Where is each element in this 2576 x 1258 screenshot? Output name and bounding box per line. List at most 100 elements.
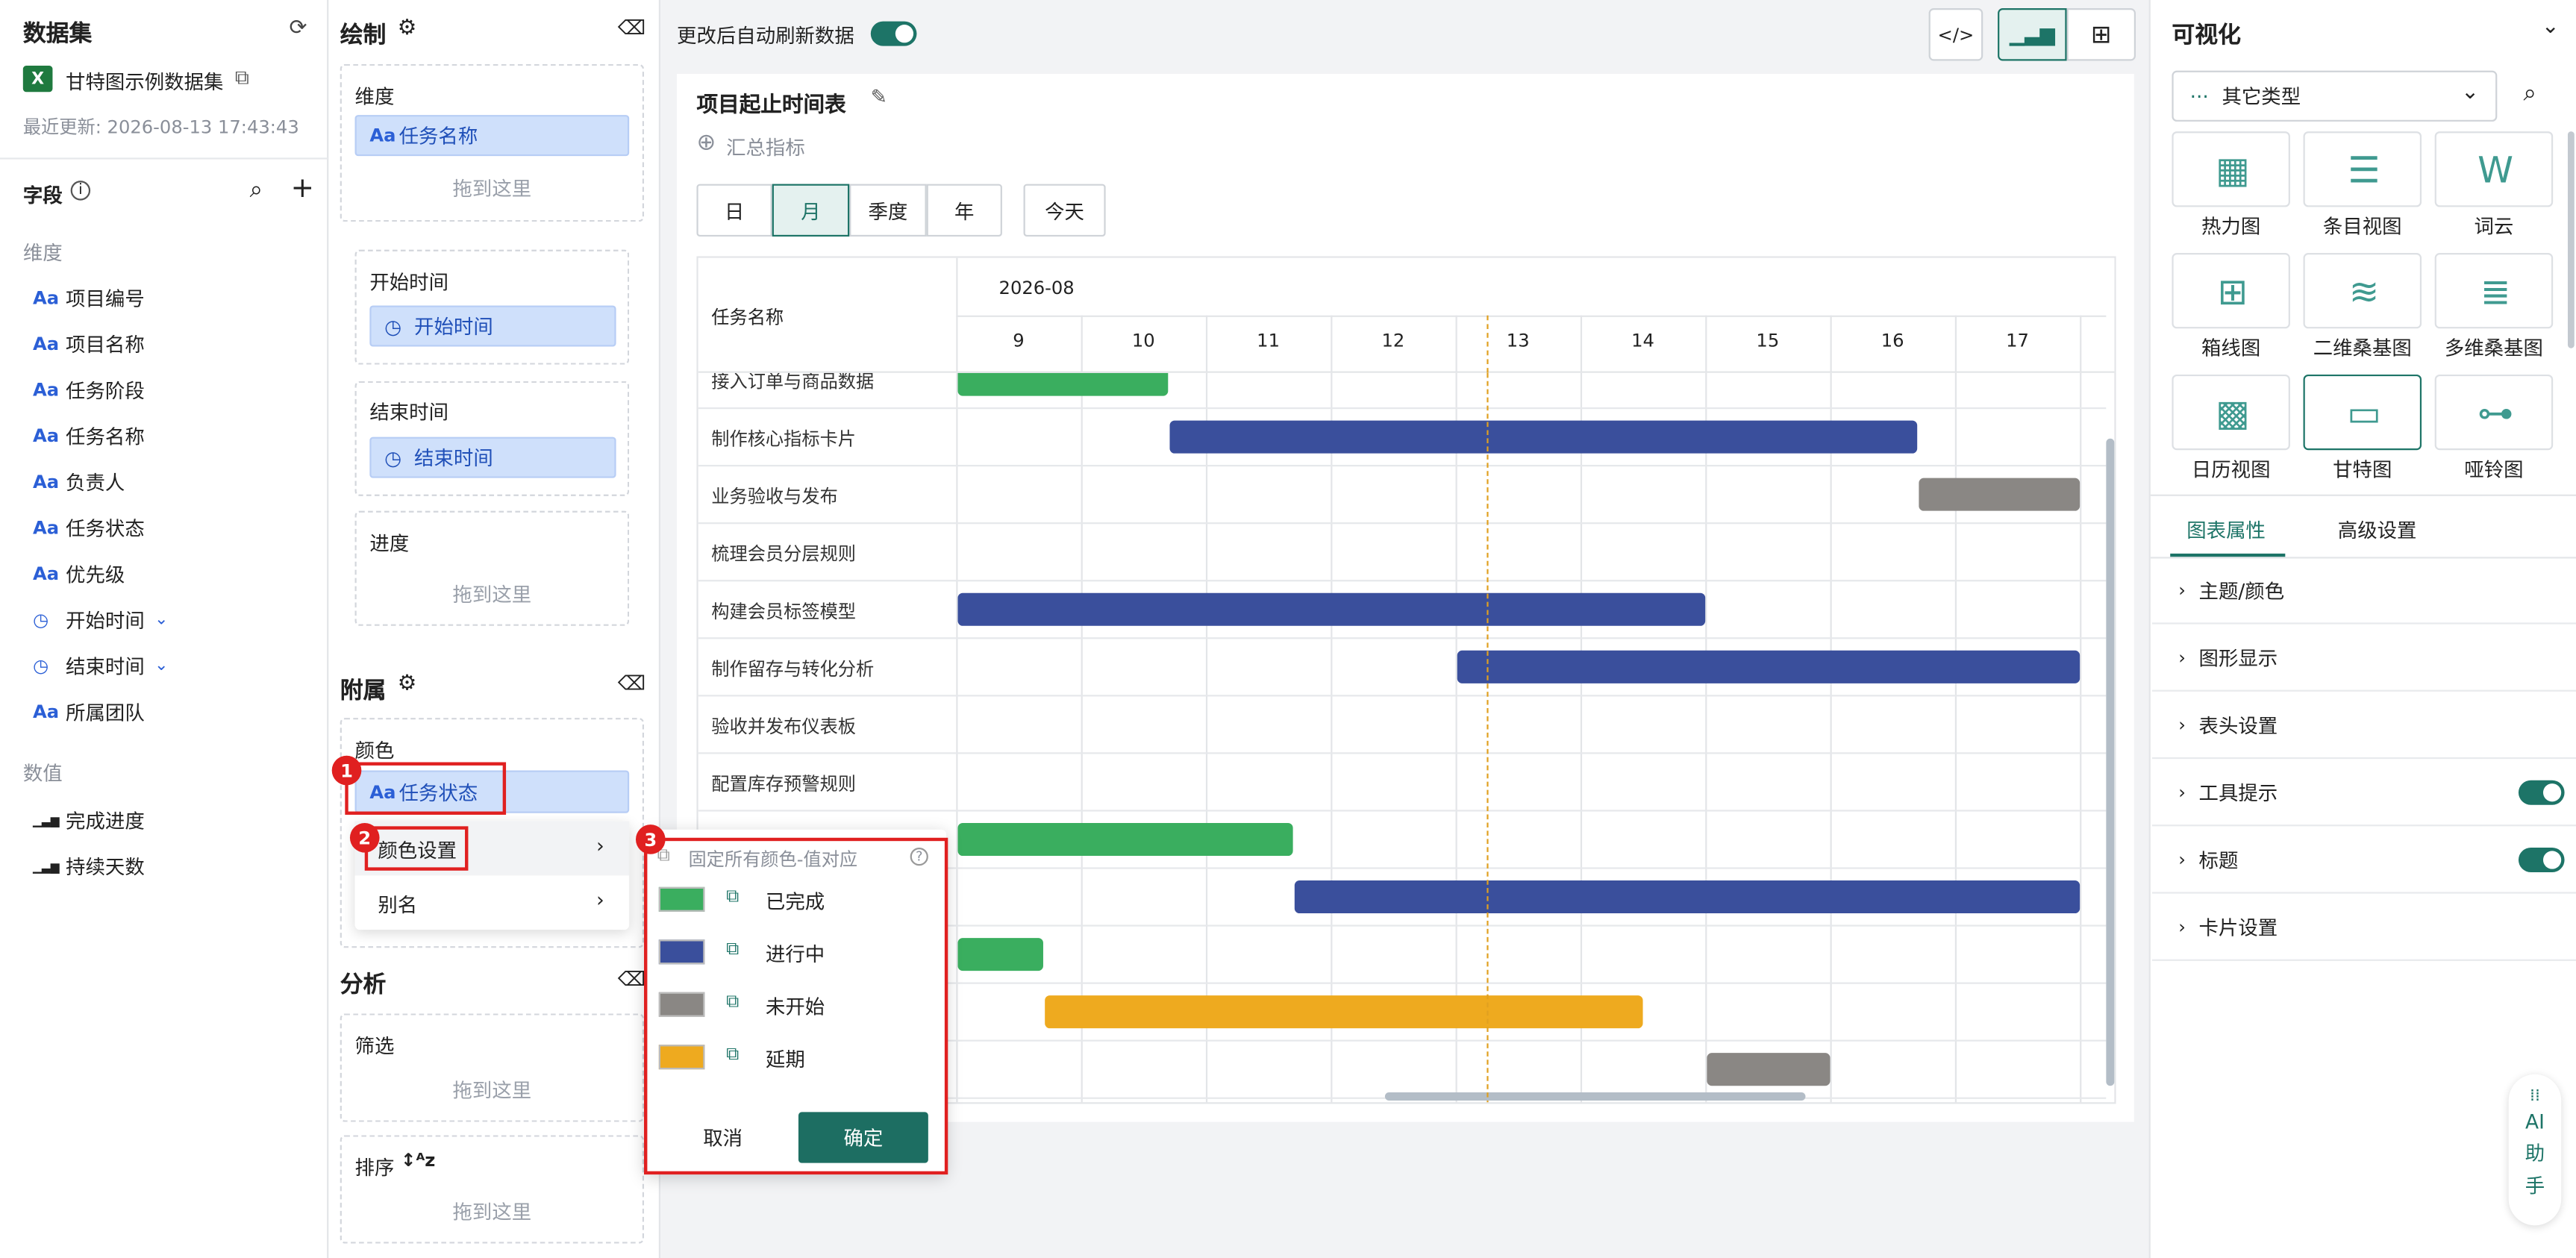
field-item[interactable]: Aa 任务阶段 bbox=[33, 376, 145, 404]
fields-panel: 数据集 ⟳ X 甘特图示例数据集 ⧉ 最近更新: 2026-08-13 17:4… bbox=[0, 0, 329, 1258]
field-item[interactable]: ◷ 开始时间 ⌄ bbox=[33, 606, 168, 633]
chart-thumb[interactable]: W bbox=[2434, 131, 2554, 207]
tooltip-toggle[interactable] bbox=[2518, 780, 2565, 805]
gantt-bar[interactable] bbox=[1707, 1053, 1831, 1086]
start-pill-label: 开始时间 bbox=[414, 315, 493, 339]
chevron-right-icon: › bbox=[596, 834, 604, 858]
field-item[interactable]: ▁▃▆ 完成进度 bbox=[33, 807, 145, 834]
refresh-dataset-icon[interactable]: ⟳ bbox=[289, 16, 307, 41]
field-item[interactable]: Aa 所属团队 bbox=[33, 698, 145, 726]
property-section[interactable]: › 标题 bbox=[2152, 826, 2576, 894]
field-item[interactable]: Aa 任务名称 bbox=[33, 422, 145, 450]
scale-button[interactable]: 年 bbox=[926, 184, 1002, 237]
scale-button[interactable]: 季度 bbox=[849, 184, 927, 237]
field-item[interactable]: Aa 项目名称 bbox=[33, 331, 145, 358]
chart-view-button[interactable]: ▁▃▆ bbox=[1998, 8, 2067, 61]
dataset-preview-icon[interactable]: ⧉ bbox=[235, 66, 249, 90]
gantt-bar[interactable] bbox=[957, 372, 1169, 396]
drop-hint: 拖到这里 bbox=[452, 1201, 532, 1224]
today-button[interactable]: 今天 bbox=[1023, 184, 1106, 237]
property-section[interactable]: › 表头设置 bbox=[2152, 692, 2576, 760]
chevron-down-icon[interactable]: ⌄ bbox=[154, 611, 168, 629]
property-section[interactable]: › 工具提示 bbox=[2152, 759, 2576, 827]
gantt-bar[interactable] bbox=[1919, 478, 2081, 511]
attach-settings-icon[interactable]: ⚙ bbox=[398, 672, 417, 696]
field-item[interactable]: ▁▃▆ 持续天数 bbox=[33, 853, 145, 880]
property-section[interactable]: › 主题/颜色 bbox=[2152, 557, 2576, 625]
summary-metric-link[interactable]: 汇总指标 bbox=[726, 133, 805, 160]
chart-thumb[interactable]: ☰ bbox=[2303, 131, 2422, 207]
tab-chart-props[interactable]: 图表属性 bbox=[2186, 516, 2266, 543]
vertical-scrollbar[interactable] bbox=[2106, 438, 2115, 1086]
chart-thumb[interactable]: ▭ bbox=[2303, 374, 2422, 451]
start-pill[interactable]: ◷ 开始时间 bbox=[369, 305, 616, 347]
scale-button[interactable]: 月 bbox=[772, 184, 850, 237]
menu-item-alias[interactable]: 别名 › bbox=[355, 875, 630, 930]
field-item[interactable]: ◷ 结束时间 ⌄ bbox=[33, 652, 168, 680]
field-item[interactable]: Aa 任务状态 bbox=[33, 514, 145, 542]
field-item[interactable]: Aa 负责人 bbox=[33, 468, 125, 495]
collapse-chevron-icon[interactable]: ⌄ bbox=[2542, 15, 2560, 40]
chart-title[interactable]: 项目起止时间表 bbox=[696, 87, 845, 118]
color-label: 颜色 bbox=[354, 739, 395, 763]
code-view-button[interactable]: </> bbox=[1928, 8, 1983, 61]
gantt-bar[interactable] bbox=[957, 822, 1294, 856]
today-marker bbox=[1486, 315, 1489, 373]
dataset-name[interactable]: 甘特图示例数据集 bbox=[66, 67, 223, 95]
chart-thumb[interactable]: ≋ bbox=[2303, 253, 2422, 329]
section-label: 卡片设置 bbox=[2198, 916, 2278, 939]
horizontal-scrollbar[interactable] bbox=[1384, 1092, 1806, 1101]
auto-refresh-toggle[interactable] bbox=[870, 21, 917, 46]
edit-title-icon[interactable]: ✎ bbox=[871, 85, 887, 108]
add-summary-icon[interactable]: ⊕ bbox=[696, 130, 716, 156]
chart-thumb[interactable]: ⊶ bbox=[2434, 374, 2554, 451]
gantt-bar[interactable] bbox=[1295, 880, 2081, 914]
chart-thumb[interactable]: ▦ bbox=[2172, 131, 2290, 207]
section-label: 工具提示 bbox=[2198, 780, 2278, 804]
dimension-pill[interactable]: Aa 任务名称 bbox=[354, 115, 630, 157]
property-section[interactable]: › 卡片设置 bbox=[2152, 894, 2576, 961]
field-label: 项目编号 bbox=[66, 287, 145, 311]
gantt-bar[interactable] bbox=[1045, 995, 1643, 1029]
tab-advanced[interactable]: 高级设置 bbox=[2338, 516, 2417, 543]
day-tick-label: 9 bbox=[1013, 330, 1025, 352]
progress-zone[interactable] bbox=[354, 510, 630, 626]
chart-thumb[interactable]: ≣ bbox=[2434, 253, 2554, 329]
field-item[interactable]: Aa 优先级 bbox=[33, 560, 125, 588]
chart-thumb[interactable]: ▩ bbox=[2172, 374, 2290, 451]
end-pill[interactable]: ◷ 结束时间 bbox=[369, 436, 616, 478]
property-section[interactable]: › 图形显示 bbox=[2152, 625, 2576, 692]
draw-settings-icon[interactable]: ⚙ bbox=[398, 16, 417, 41]
add-field-icon[interactable]: + bbox=[291, 172, 314, 205]
field-item[interactable]: Aa 项目编号 bbox=[33, 284, 145, 312]
sort-zone[interactable] bbox=[340, 1135, 645, 1244]
highlight-box-3 bbox=[644, 837, 948, 1175]
table-view-button[interactable]: ⊞ bbox=[2066, 8, 2136, 61]
gantt-bar[interactable] bbox=[957, 938, 1044, 971]
gallery-scrollbar[interactable] bbox=[2567, 131, 2575, 348]
auto-refresh-label: 更改后自动刷新数据 bbox=[677, 25, 854, 48]
eraser-icon[interactable]: ⌫ bbox=[618, 16, 645, 40]
gantt-bar[interactable] bbox=[1457, 650, 2081, 683]
eraser-icon[interactable]: ⌫ bbox=[618, 672, 645, 695]
title-toggle[interactable] bbox=[2518, 847, 2565, 873]
highlight-box-1 bbox=[345, 762, 507, 815]
chart-thumb-icon: ▦ bbox=[2215, 150, 2250, 192]
field-label: 项目名称 bbox=[66, 333, 145, 357]
chart-type-select[interactable]: ··· 其它类型 ⌄ bbox=[2172, 70, 2498, 122]
gantt-bar[interactable] bbox=[1169, 420, 1918, 454]
search-icon[interactable]: ⌕ bbox=[250, 178, 263, 204]
sort-az-icon[interactable]: ↕ᴬz bbox=[401, 1150, 435, 1171]
text-type-icon: Aa bbox=[33, 563, 60, 585]
filter-zone[interactable] bbox=[340, 1013, 645, 1122]
day-tick-label: 10 bbox=[1131, 330, 1155, 352]
chevron-down-icon[interactable]: ⌄ bbox=[154, 657, 168, 675]
chart-thumb-icon: ⊞ bbox=[2217, 272, 2248, 313]
gantt-bar[interactable] bbox=[957, 592, 1706, 626]
scale-button[interactable]: 日 bbox=[696, 184, 772, 237]
chart-thumb[interactable]: ⊞ bbox=[2172, 253, 2290, 329]
search-icon[interactable]: ⌕ bbox=[2524, 81, 2536, 107]
task-label: 业务验收与发布 bbox=[711, 486, 838, 508]
eraser-icon[interactable]: ⌫ bbox=[618, 968, 645, 991]
ai-assistant-button[interactable]: ⁞⁞ AI 助 手 bbox=[2508, 1074, 2562, 1226]
